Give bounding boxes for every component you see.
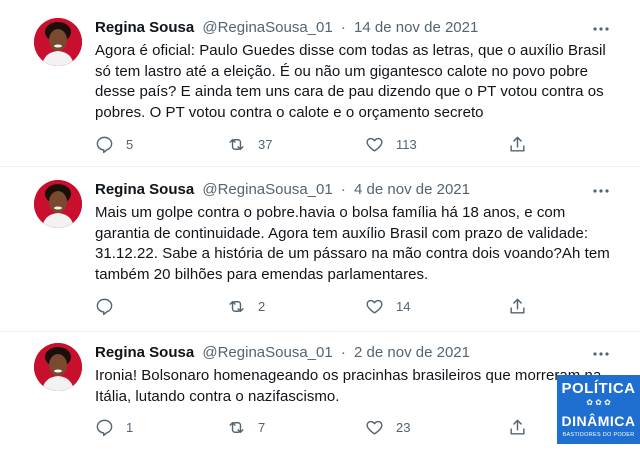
tweet-text-line: desse país? E ainda tem uns cara de pau …	[95, 83, 604, 100]
avatar-image	[34, 18, 82, 66]
retweet-count: 7	[258, 420, 266, 435]
share-icon	[510, 136, 525, 152]
like-count: 113	[396, 137, 417, 152]
reply-count: 5	[126, 137, 134, 152]
heart-icon	[366, 299, 383, 314]
tweet-date[interactable]: 4 de nov de 2021	[354, 181, 470, 198]
author-name[interactable]: Regina Sousa	[95, 181, 194, 198]
tweet-text-line: Mais um golpe contra o pobre.havia o bol…	[95, 204, 566, 221]
avatar-image	[34, 343, 82, 391]
tweet-text-line: Ironia! Bolsonaro homenageando os pracin…	[95, 367, 602, 384]
more-options-icon[interactable]	[591, 181, 611, 201]
tweet-text-line: também 20 bilhões para emendas parlament…	[95, 265, 429, 283]
separator: ·	[340, 344, 346, 361]
author-handle[interactable]: @ReginaSousa_01	[202, 344, 332, 361]
tweet-header: Regina Sousa @ReginaSousa_01 · 4 de nov …	[95, 181, 470, 198]
avatar[interactable]	[34, 343, 82, 391]
politica-dinamica-logo: POLÍTICA ✿ ✿ ✿ DINÂMICA BASTIDORES DO PO…	[557, 375, 640, 444]
retweet-button[interactable]: 7	[227, 418, 265, 437]
reply-button[interactable]: 1	[95, 418, 133, 437]
avatar-image	[34, 180, 82, 228]
tweet-header: Regina Sousa @ReginaSousa_01 · 2 de nov …	[95, 344, 470, 361]
separator: ·	[340, 181, 346, 198]
author-name[interactable]: Regina Sousa	[95, 344, 194, 361]
share-icon	[510, 298, 525, 314]
retweet-count: 2	[258, 299, 266, 314]
reply-icon	[96, 136, 113, 154]
tweet-text-line: pobres. O PT votou contra o calote e o o…	[95, 103, 484, 121]
heart-icon	[366, 137, 383, 152]
author-handle[interactable]: @ReginaSousa_01	[202, 181, 332, 198]
separator: ·	[340, 19, 346, 36]
tweet-text-line: Agora é oficial: Paulo Guedes disse com …	[95, 42, 606, 59]
share-button[interactable]	[508, 297, 527, 316]
logo-tagline: BASTIDORES DO PODER	[562, 432, 635, 438]
avatar[interactable]	[34, 180, 82, 228]
reply-button[interactable]	[95, 297, 126, 316]
like-count: 14	[396, 299, 411, 314]
tweet-text: Mais um golpe contra o pobre.havia o bol…	[95, 203, 630, 285]
tweet-text-line: só tem lastro até a eleição. É ou não um…	[95, 62, 589, 80]
reply-icon	[96, 419, 113, 437]
like-count: 23	[396, 420, 411, 435]
more-options-icon[interactable]	[591, 344, 611, 364]
retweet-button[interactable]: 2	[227, 297, 265, 316]
avatar[interactable]	[34, 18, 82, 66]
tweet-date[interactable]: 2 de nov de 2021	[354, 344, 470, 361]
reply-button[interactable]: 5	[95, 135, 133, 154]
reply-icon	[96, 298, 113, 316]
author-handle[interactable]: @ReginaSousa_01	[202, 19, 332, 36]
tweet-text-line: Itália, lutando contra o nazifascismo.	[95, 387, 340, 405]
share-button[interactable]	[508, 418, 527, 437]
author-name[interactable]: Regina Sousa	[95, 19, 194, 36]
tweet-text: Agora é oficial: Paulo Guedes disse com …	[95, 41, 630, 123]
tweet-text-line: garantia de continuidade. Agora tem auxí…	[95, 224, 589, 242]
share-icon	[510, 419, 525, 435]
tweet-divider	[0, 166, 640, 167]
retweet-icon	[229, 422, 244, 433]
tweet-text-line: 31.12.22. Sabe a história de um pássaro …	[95, 245, 610, 262]
tweet-divider	[0, 331, 640, 332]
retweet-button[interactable]: 37	[227, 135, 272, 154]
share-button[interactable]	[508, 135, 527, 154]
like-button[interactable]: 14	[365, 297, 410, 316]
logo-ornament: ✿ ✿ ✿	[586, 398, 611, 407]
retweet-count: 37	[258, 137, 273, 152]
heart-icon	[366, 420, 383, 435]
tweet-date[interactable]: 14 de nov de 2021	[354, 19, 478, 36]
tweet-text: Ironia! Bolsonaro homenageando os pracin…	[95, 366, 630, 407]
retweet-icon	[229, 139, 244, 150]
retweet-icon	[229, 301, 244, 312]
more-options-icon[interactable]	[591, 19, 611, 39]
tweet-header: Regina Sousa @ReginaSousa_01 · 14 de nov…	[95, 19, 478, 36]
like-button[interactable]: 23	[365, 418, 410, 437]
reply-count: 1	[126, 420, 134, 435]
logo-line-2: DINÂMICA	[561, 413, 636, 429]
logo-line-1: POLÍTICA	[561, 380, 636, 397]
like-button[interactable]: 113	[365, 135, 417, 154]
